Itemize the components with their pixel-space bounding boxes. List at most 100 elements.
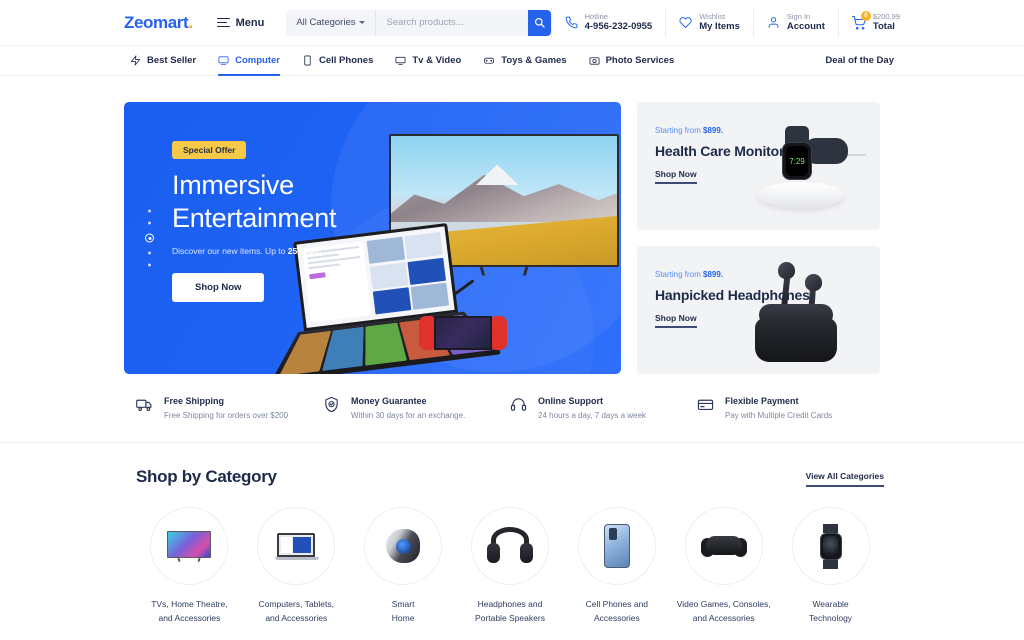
hero-title-line-2: Entertainment: [172, 202, 337, 233]
monitor-icon: [218, 56, 229, 66]
promo-shop-now-2[interactable]: Shop Now: [655, 313, 697, 328]
hamburger-icon: [216, 17, 230, 28]
smart-watch-illustration: 7:29: [754, 124, 866, 214]
feature-free-shipping: Free Shipping Free Shipping for orders o…: [136, 396, 323, 420]
nav-item-toys-games[interactable]: Toys & Games: [483, 46, 567, 76]
category-header: Shop by Category View All Categories: [136, 467, 884, 487]
category-item-smart-home[interactable]: Smart Home: [350, 507, 457, 625]
nav-label-toys-games: Toys & Games: [501, 55, 567, 66]
category-label-headphones: Headphones and Portable Speakers: [475, 599, 545, 623]
search-input[interactable]: [376, 17, 529, 28]
feature-title-2: Money Guarantee: [351, 396, 427, 406]
category-thumb-headphones: [470, 507, 549, 585]
header-utilities: Hotline 4-956-232-0955 Wishlist My Items: [550, 7, 900, 38]
category-item-tvs[interactable]: TVs, Home Theatre, and Accessories: [136, 507, 243, 625]
carousel-dot-1[interactable]: [148, 209, 151, 213]
site-logo[interactable]: Zeomart.: [124, 13, 193, 33]
category-label-cell-phones: Cell Phones and Accessories: [585, 599, 649, 623]
signin-label: Sign In: [786, 11, 811, 21]
camera-icon: [589, 57, 600, 65]
hero-shop-now-button[interactable]: Shop Now: [172, 272, 265, 302]
carousel-dot-5[interactable]: [148, 263, 151, 267]
category-label-tvs: TVs, Home Theatre, and Accessories: [151, 599, 228, 623]
promo-kicker-pre-2: Starting from: [655, 270, 704, 279]
account-item[interactable]: Sign In Account: [754, 7, 839, 38]
tv-icon: [395, 56, 406, 66]
hero-title-line-1: Immersive: [172, 170, 294, 200]
nav-label-computer: Computer: [235, 55, 280, 66]
credit-card-icon: [697, 399, 714, 411]
category-item-cell-phones[interactable]: Cell Phones and Accessories: [563, 507, 670, 625]
hotline-label: Hotline: [584, 11, 608, 21]
hero-discount: 25% Off: [287, 245, 320, 256]
nav-item-tv-video[interactable]: Tv & Video: [395, 46, 461, 76]
category-label-smart-home: Smart Home: [391, 599, 415, 623]
special-offer-badge: Special Offer: [172, 141, 247, 159]
promo-card-headphones[interactable]: Starting from $899. Hanpicked Headphones…: [637, 246, 880, 374]
hero-subtitle-post: !: [319, 245, 325, 256]
feature-desc-3: 24 hours a day, 7 days a week: [538, 411, 646, 420]
browser-window: Zeomart. Menu All Categories Search prod…: [0, 0, 1024, 640]
feature-flexible-payment: Flexible Payment Pay with Multiple Credi…: [697, 396, 884, 420]
nav-item-computer[interactable]: Computer: [218, 46, 280, 76]
feature-online-support: Online Support 24 hours a day, 7 days a …: [510, 396, 697, 420]
deal-of-the-day-link[interactable]: Deal of the Day: [825, 55, 894, 66]
feature-title-4: Flexible Payment: [725, 396, 799, 406]
logo-dot: .: [188, 12, 193, 32]
category-dropdown[interactable]: All Categories: [286, 9, 377, 36]
chevron-down-icon: [359, 21, 366, 24]
carousel-dot-3-active[interactable]: [145, 233, 154, 243]
category-thumb-tvs: [150, 507, 229, 585]
truck-icon: [136, 399, 152, 411]
feature-text-1: Free Shipping Free Shipping for orders o…: [164, 396, 288, 420]
promo-card-health-monitor[interactable]: 7:29 Starting from $899. Health Care Mon…: [637, 102, 880, 230]
nav-label-cell-phones: Cell Phones: [319, 55, 374, 66]
category-item-video-games[interactable]: Video Games, Consoles, and Accessories: [670, 507, 777, 625]
search-bar: All Categories: [286, 9, 551, 36]
nav-item-cell-phones[interactable]: Cell Phones: [302, 46, 373, 76]
phone-mini-icon: [603, 524, 630, 568]
phone-icon: [565, 16, 578, 29]
wishlist-item[interactable]: Wishlist My Items: [666, 7, 754, 38]
menu-button[interactable]: Menu: [216, 17, 264, 29]
user-icon: [767, 16, 780, 29]
account-text: Sign In Account: [786, 11, 825, 33]
nav-item-photo-services[interactable]: Photo Services: [589, 46, 675, 76]
carousel-dot-4[interactable]: [148, 251, 151, 255]
logo-text: Zeomart: [124, 12, 189, 32]
promo-shop-now-1[interactable]: Shop Now: [655, 169, 697, 184]
category-thumb-cell-phones: [577, 507, 656, 585]
search-button[interactable]: [528, 9, 551, 36]
feature-title-1: Free Shipping: [164, 396, 225, 406]
category-item-wearable[interactable]: Wearable Technology: [777, 507, 884, 625]
hotline-item[interactable]: Hotline 4-956-232-0955: [550, 7, 667, 38]
game-console-illustration: [419, 316, 507, 350]
category-item-computers[interactable]: Computers, Tablets, and Accessories: [243, 507, 350, 625]
hero-subtitle-pre: Discover our new items. Up to: [172, 245, 288, 256]
promo-column: 7:29 Starting from $899. Health Care Mon…: [637, 102, 880, 374]
carousel-dots: [145, 209, 154, 267]
view-all-categories-link[interactable]: View All Categories: [805, 471, 884, 487]
hero-content: Special Offer Immersive Entertainment Di…: [172, 140, 337, 302]
cart-item[interactable]: 0 $200.99 Total: [839, 8, 900, 38]
shop-by-category-section: Shop by Category View All Categories TVs…: [0, 443, 1024, 625]
nav-label-best-seller: Best Seller: [147, 55, 197, 66]
category-thumb-computers: [257, 507, 336, 585]
shield-check-icon: [325, 396, 338, 413]
cart-total-label: Total: [872, 20, 895, 32]
promo-price-2: $899.: [703, 270, 724, 279]
feature-money-guarantee: Money Guarantee Within 30 days for an ex…: [323, 396, 510, 420]
tv-stand: [479, 267, 529, 276]
category-thumb-wearable: [791, 507, 870, 585]
main-navigation: Best Seller Computer Cell Phones Tv & Vi…: [0, 46, 1024, 76]
category-item-headphones[interactable]: Headphones and Portable Speakers: [457, 507, 564, 625]
nav-item-best-seller[interactable]: Best Seller: [130, 46, 196, 76]
carousel-dot-2[interactable]: [148, 221, 151, 225]
account-label: Account: [786, 20, 825, 32]
feature-title-3: Online Support: [538, 396, 603, 406]
nav-label-photo-services: Photo Services: [605, 55, 675, 66]
nav-label-tv-video: Tv & Video: [412, 55, 462, 66]
heart-icon: [679, 16, 692, 29]
hotline-number: 4-956-232-0955: [584, 20, 653, 32]
feature-text-2: Money Guarantee Within 30 days for an ex…: [351, 396, 465, 420]
